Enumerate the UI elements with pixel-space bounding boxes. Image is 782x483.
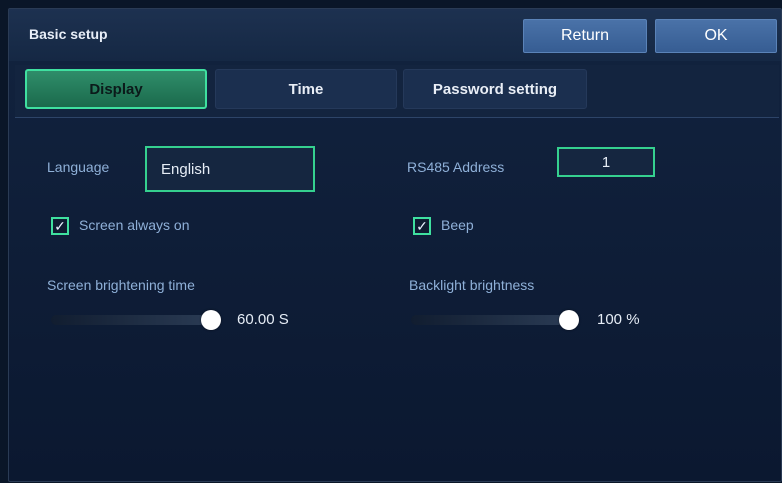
beep-checkbox[interactable]: ✓	[413, 217, 431, 235]
basic-setup-window: Basic setup Return OK Display Time Passw…	[8, 8, 782, 482]
brightening-time-label: Screen brightening time	[47, 277, 195, 293]
tab-password-setting[interactable]: Password setting	[403, 69, 587, 109]
tab-display[interactable]: Display	[25, 69, 207, 109]
backlight-brightness-slider[interactable]	[411, 310, 579, 330]
beep-label: Beep	[441, 217, 474, 233]
rs485-address-field[interactable]: 1	[557, 147, 655, 177]
brightening-time-value: 60.00 S	[237, 311, 289, 328]
language-label: Language	[47, 159, 110, 175]
brightening-time-fill	[51, 315, 211, 325]
ok-button[interactable]: OK	[655, 19, 777, 53]
backlight-brightness-label: Backlight brightness	[409, 277, 535, 293]
screen-always-on-label: Screen always on	[79, 217, 190, 233]
return-button[interactable]: Return	[523, 19, 647, 53]
brightening-time-thumb[interactable]	[201, 310, 221, 330]
rs485-address-label: RS485 Address	[407, 159, 505, 175]
backlight-brightness-value: 100 %	[597, 311, 640, 328]
window-title: Basic setup	[29, 26, 108, 42]
title-bar: Basic setup Return OK	[9, 9, 781, 61]
backlight-brightness-thumb[interactable]	[559, 310, 579, 330]
language-field[interactable]: English	[145, 146, 315, 192]
brightening-time-slider[interactable]	[51, 310, 221, 330]
tab-time[interactable]: Time	[215, 69, 397, 109]
tab-strip: Display Time Password setting	[15, 65, 779, 118]
screen-always-on-checkbox[interactable]: ✓	[51, 217, 69, 235]
backlight-brightness-fill	[411, 315, 569, 325]
